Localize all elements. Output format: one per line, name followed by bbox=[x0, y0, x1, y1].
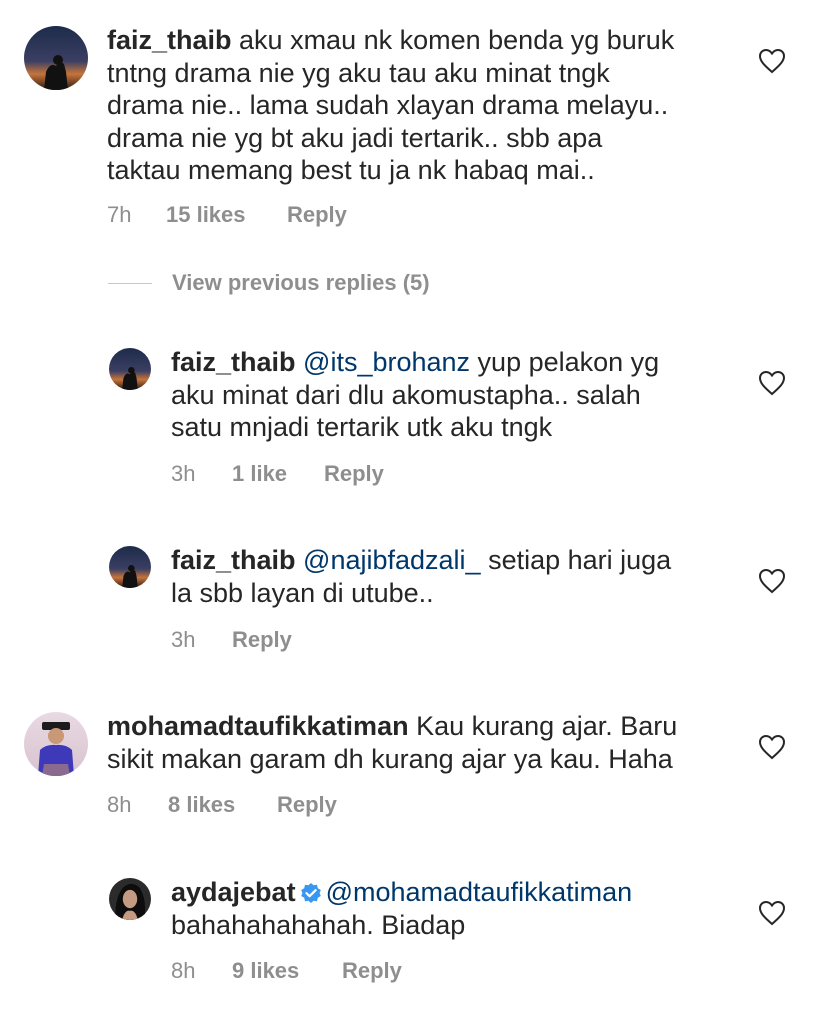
heart-icon[interactable] bbox=[758, 900, 786, 926]
heart-icon[interactable] bbox=[758, 568, 786, 594]
comment-time: 8h bbox=[171, 958, 196, 983]
likes-count[interactable]: 15 likes bbox=[166, 202, 287, 228]
avatar[interactable] bbox=[109, 546, 151, 588]
verified-badge-icon bbox=[300, 883, 321, 903]
comment-time: 7h bbox=[107, 202, 132, 227]
heart-icon[interactable] bbox=[758, 734, 786, 760]
comment-username[interactable]: mohamadtaufikkatiman bbox=[107, 711, 409, 741]
comment-meta: 3h 1 like Reply bbox=[171, 461, 384, 487]
comment-username[interactable]: aydajebat bbox=[171, 877, 296, 907]
divider-line bbox=[108, 282, 152, 284]
reply-button[interactable]: Reply bbox=[324, 461, 384, 487]
likes-count[interactable]: 8 likes bbox=[168, 792, 277, 818]
reply-button[interactable]: Reply bbox=[277, 792, 337, 818]
comment-meta: 8h 9 likes Reply bbox=[171, 958, 402, 984]
comment-text: bahahahahahah. Biadap bbox=[171, 909, 466, 940]
heart-icon[interactable] bbox=[758, 48, 786, 74]
comment-username[interactable]: faiz_thaib bbox=[171, 545, 296, 575]
avatar[interactable] bbox=[109, 348, 151, 390]
comment-meta: 3h Reply bbox=[171, 627, 292, 653]
mention-link[interactable]: @mohamadtaufikkatiman bbox=[326, 877, 633, 907]
view-previous-label[interactable]: View previous replies (5) bbox=[172, 270, 430, 296]
comment-time: 8h bbox=[107, 792, 132, 817]
comment-username[interactable]: faiz_thaib bbox=[171, 347, 296, 377]
avatar[interactable] bbox=[24, 712, 88, 776]
view-previous-replies[interactable]: View previous replies (5) bbox=[108, 270, 430, 296]
mention-link[interactable]: @its_brohanz bbox=[303, 347, 470, 377]
comment-username[interactable]: faiz_thaib bbox=[107, 25, 232, 55]
avatar[interactable] bbox=[109, 878, 151, 920]
avatar[interactable] bbox=[24, 26, 88, 90]
heart-icon[interactable] bbox=[758, 370, 786, 396]
comment-meta: 8h 8 likes Reply bbox=[107, 792, 337, 818]
comment-time: 3h bbox=[171, 461, 196, 486]
reply-button[interactable]: Reply bbox=[287, 202, 347, 228]
likes-count[interactable]: 9 likes bbox=[232, 958, 342, 984]
likes-count[interactable]: 1 like bbox=[232, 461, 324, 487]
reply-button[interactable]: Reply bbox=[342, 958, 402, 984]
comment-time: 3h bbox=[171, 627, 196, 652]
mention-link[interactable]: @najibfadzali_ bbox=[303, 545, 481, 575]
reply-button[interactable]: Reply bbox=[232, 627, 292, 653]
comment-meta: 7h 15 likes Reply bbox=[107, 202, 347, 228]
